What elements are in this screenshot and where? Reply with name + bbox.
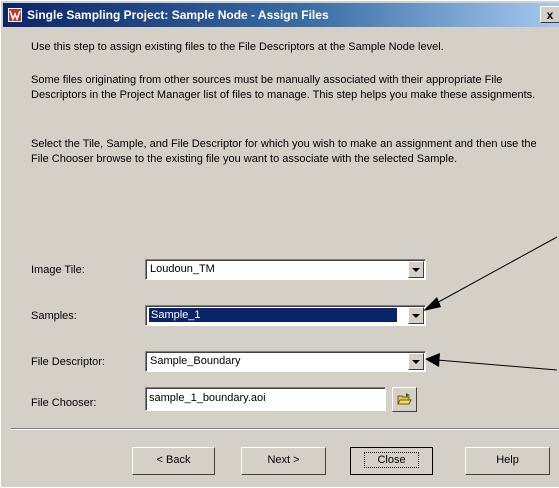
button-separator	[11, 428, 559, 430]
file-descriptor-label: File Descriptor:	[31, 356, 105, 368]
app-icon	[8, 8, 22, 22]
window-title: Single Sampling Project: Sample Node - A…	[27, 8, 329, 22]
image-tile-label: Image Tile:	[31, 264, 85, 276]
chevron-down-icon	[412, 268, 420, 272]
samples-label: Samples:	[31, 310, 77, 322]
image-tile-select[interactable]: Loudoun_TM	[145, 259, 426, 280]
samples-dropdown-button[interactable]	[408, 307, 424, 324]
file-chooser-field[interactable]	[145, 387, 386, 411]
file-descriptor-value: Sample_Boundary	[150, 355, 241, 367]
back-button[interactable]: < Back	[132, 447, 215, 475]
help-button[interactable]: Help	[465, 447, 550, 475]
samples-select[interactable]: Sample_1	[145, 305, 426, 326]
instruction-details: Some files originating from other source…	[31, 74, 536, 101]
callout-arrow-file-descriptor	[436, 359, 558, 371]
callout-arrowhead-file-descriptor	[425, 353, 440, 367]
chevron-down-icon	[412, 314, 420, 318]
close-button-label: Close	[364, 452, 419, 468]
close-button[interactable]: Close	[350, 447, 433, 475]
instruction-steps: Select the Tile, Sample, and File Descri…	[31, 138, 537, 165]
title-bar[interactable]: Single Sampling Project: Sample Node - A…	[3, 3, 559, 27]
image-tile-value: Loudoun_TM	[150, 263, 215, 275]
instruction-intro: Use this step to assign existing files t…	[31, 41, 444, 53]
file-descriptor-select[interactable]: Sample_Boundary	[145, 351, 426, 372]
folder-browse-icon	[397, 393, 412, 405]
image-tile-dropdown-button[interactable]	[408, 261, 424, 278]
browse-button[interactable]	[392, 387, 417, 412]
samples-value: Sample_1	[149, 308, 397, 322]
callout-arrow-samples	[432, 236, 558, 306]
assign-files-dialog: Single Sampling Project: Sample Node - A…	[0, 0, 559, 487]
chevron-down-icon	[412, 360, 420, 364]
next-button[interactable]: Next >	[241, 447, 326, 475]
file-chooser-input[interactable]	[149, 390, 381, 406]
file-chooser-label: File Chooser:	[31, 397, 97, 409]
file-descriptor-dropdown-button[interactable]	[408, 353, 424, 370]
close-window-button[interactable]: x	[540, 6, 559, 23]
